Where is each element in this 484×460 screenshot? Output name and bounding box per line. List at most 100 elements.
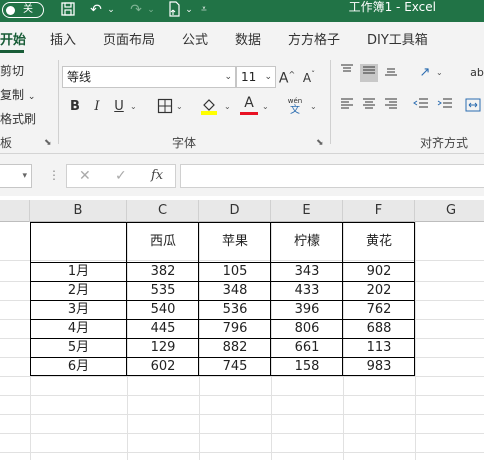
increase-font-size-icon[interactable]: A^ bbox=[278, 66, 296, 87]
table-cell[interactable]: 536 bbox=[199, 300, 271, 319]
top-align-icon[interactable] bbox=[338, 64, 356, 82]
table-cell[interactable]: 902 bbox=[343, 262, 415, 281]
enter-icon[interactable]: ✓ bbox=[115, 168, 127, 184]
format-painter-button[interactable]: 格式刷 bbox=[0, 110, 36, 127]
table-cell[interactable]: 983 bbox=[343, 357, 415, 376]
table-header-cell[interactable]: 黄花 bbox=[343, 232, 415, 251]
tab-diy-toolbox[interactable]: DIY工具箱 bbox=[367, 29, 428, 48]
font-launcher-icon[interactable]: ⬊ bbox=[316, 138, 324, 148]
table-cell[interactable]: 796 bbox=[199, 319, 271, 338]
touch-dropdown-icon[interactable]: ⌄ bbox=[184, 1, 194, 19]
table-cell[interactable]: 882 bbox=[199, 338, 271, 357]
tab-insert[interactable]: 插入 bbox=[50, 29, 76, 48]
more-options-icon[interactable]: ⋮ bbox=[48, 168, 60, 182]
decrease-indent-icon[interactable] bbox=[412, 98, 430, 116]
insert-function-icon[interactable]: fx bbox=[151, 168, 163, 183]
touch-mode-icon[interactable] bbox=[164, 1, 184, 19]
formula-input[interactable] bbox=[180, 164, 484, 188]
decrease-font-size-icon[interactable]: Aˇ bbox=[300, 66, 318, 85]
font-size-select[interactable]: 11 ⌄ bbox=[236, 66, 276, 88]
orientation-icon[interactable]: ↗ bbox=[416, 64, 434, 82]
phonetic-dropdown-icon[interactable]: ⌄ bbox=[310, 102, 317, 111]
tab-fangfang[interactable]: 方方格子 bbox=[288, 29, 340, 48]
wrap-text-icon[interactable]: ab bbox=[468, 64, 484, 82]
table-header-cell[interactable]: 西瓜 bbox=[127, 232, 199, 251]
font-color-icon[interactable]: A bbox=[240, 94, 258, 115]
table-row-label[interactable]: 2月 bbox=[30, 281, 127, 300]
ribbon: 剪切 复制 ⌄ 格式刷 板 ⬊ 等线 ⌄ 11 ⌄ A^ Aˇ B I U ⌄ … bbox=[0, 54, 484, 154]
bottom-align-icon[interactable] bbox=[382, 64, 400, 82]
worksheet-grid[interactable]: 西瓜 苹果 柠檬 黄花 1月 382 105 343 902 2月 535 34… bbox=[0, 222, 484, 460]
align-left-icon[interactable] bbox=[338, 98, 356, 116]
table-cell[interactable]: 602 bbox=[127, 357, 199, 376]
table-header-cell[interactable]: 苹果 bbox=[199, 232, 271, 251]
align-right-icon[interactable] bbox=[382, 98, 400, 116]
font-name-select[interactable]: 等线 ⌄ bbox=[62, 66, 236, 88]
table-cell[interactable]: 745 bbox=[199, 357, 271, 376]
table-cell[interactable]: 445 bbox=[127, 319, 199, 338]
autosave-toggle[interactable]: 关 bbox=[2, 2, 44, 18]
table-cell[interactable]: 382 bbox=[127, 262, 199, 281]
phonetic-guide-icon[interactable]: wén 文 bbox=[284, 96, 306, 116]
clipboard-launcher-icon[interactable]: ⬊ bbox=[44, 138, 52, 148]
fill-color-dropdown-icon[interactable]: ⌄ bbox=[224, 102, 231, 111]
table-cell[interactable]: 806 bbox=[271, 319, 343, 338]
table-cell[interactable]: 661 bbox=[271, 338, 343, 357]
table-row-label[interactable]: 4月 bbox=[30, 319, 127, 338]
table-cell[interactable]: 113 bbox=[343, 338, 415, 357]
table-row-label[interactable]: 6月 bbox=[30, 357, 127, 376]
name-box[interactable]: ▾ bbox=[0, 164, 32, 188]
table-cell[interactable]: 343 bbox=[271, 262, 343, 281]
tab-page-layout[interactable]: 页面布局 bbox=[103, 29, 155, 48]
underline-dropdown-icon[interactable]: ⌄ bbox=[130, 102, 137, 111]
orientation-dropdown-icon[interactable]: ⌄ bbox=[436, 68, 443, 77]
column-header-d[interactable]: D bbox=[199, 200, 271, 222]
borders-icon[interactable] bbox=[156, 98, 174, 116]
column-header-g[interactable]: G bbox=[415, 200, 484, 222]
table-row-label[interactable]: 5月 bbox=[30, 338, 127, 357]
redo-dropdown-icon[interactable]: ⌄ bbox=[146, 1, 156, 19]
column-header-f[interactable]: F bbox=[343, 200, 415, 222]
table-cell[interactable]: 129 bbox=[127, 338, 199, 357]
undo-dropdown-icon[interactable]: ⌄ bbox=[106, 1, 116, 19]
table-cell[interactable]: 158 bbox=[271, 357, 343, 376]
cancel-icon[interactable]: ✕ bbox=[79, 168, 91, 184]
tab-home[interactable]: 开始 bbox=[0, 29, 26, 48]
borders-dropdown-icon[interactable]: ⌄ bbox=[176, 102, 183, 111]
customize-qat-icon[interactable]: ⩡ bbox=[198, 1, 210, 19]
merge-center-icon[interactable] bbox=[464, 98, 482, 116]
table-cell[interactable]: 105 bbox=[199, 262, 271, 281]
tab-data[interactable]: 数据 bbox=[235, 29, 261, 48]
table-cell[interactable]: 202 bbox=[343, 281, 415, 300]
middle-align-icon[interactable] bbox=[360, 64, 378, 82]
table-cell[interactable]: 762 bbox=[343, 300, 415, 319]
table-header-cell[interactable]: 柠檬 bbox=[271, 232, 343, 251]
font-color-dropdown-icon[interactable]: ⌄ bbox=[262, 102, 269, 111]
table-row-label[interactable]: 1月 bbox=[30, 262, 127, 281]
bold-button[interactable]: B bbox=[66, 98, 84, 116]
copy-button[interactable]: 复制 ⌄ bbox=[0, 86, 35, 103]
table-cell[interactable]: 348 bbox=[199, 281, 271, 300]
increase-indent-icon[interactable] bbox=[436, 98, 454, 116]
column-header-a[interactable] bbox=[0, 200, 30, 222]
fill-color-icon[interactable] bbox=[200, 96, 218, 115]
undo-icon[interactable]: ↶ bbox=[86, 1, 106, 19]
table-cell[interactable]: 433 bbox=[271, 281, 343, 300]
table-row-label[interactable]: 3月 bbox=[30, 300, 127, 319]
column-header-c[interactable]: C bbox=[127, 200, 199, 222]
gridline bbox=[0, 433, 484, 434]
table-cell[interactable]: 396 bbox=[271, 300, 343, 319]
table-cell[interactable]: 688 bbox=[343, 319, 415, 338]
table-cell[interactable]: 535 bbox=[127, 281, 199, 300]
save-icon[interactable] bbox=[58, 1, 78, 19]
gridline bbox=[0, 414, 484, 415]
column-header-e[interactable]: E bbox=[271, 200, 343, 222]
italic-button[interactable]: I bbox=[88, 98, 106, 116]
redo-icon[interactable]: ↷ bbox=[126, 1, 146, 19]
column-header-b[interactable]: B bbox=[30, 200, 127, 222]
underline-button[interactable]: U bbox=[110, 98, 128, 116]
align-center-icon[interactable] bbox=[360, 98, 378, 116]
tab-formulas[interactable]: 公式 bbox=[182, 29, 208, 48]
cut-button[interactable]: 剪切 bbox=[0, 62, 24, 79]
table-cell[interactable]: 540 bbox=[127, 300, 199, 319]
